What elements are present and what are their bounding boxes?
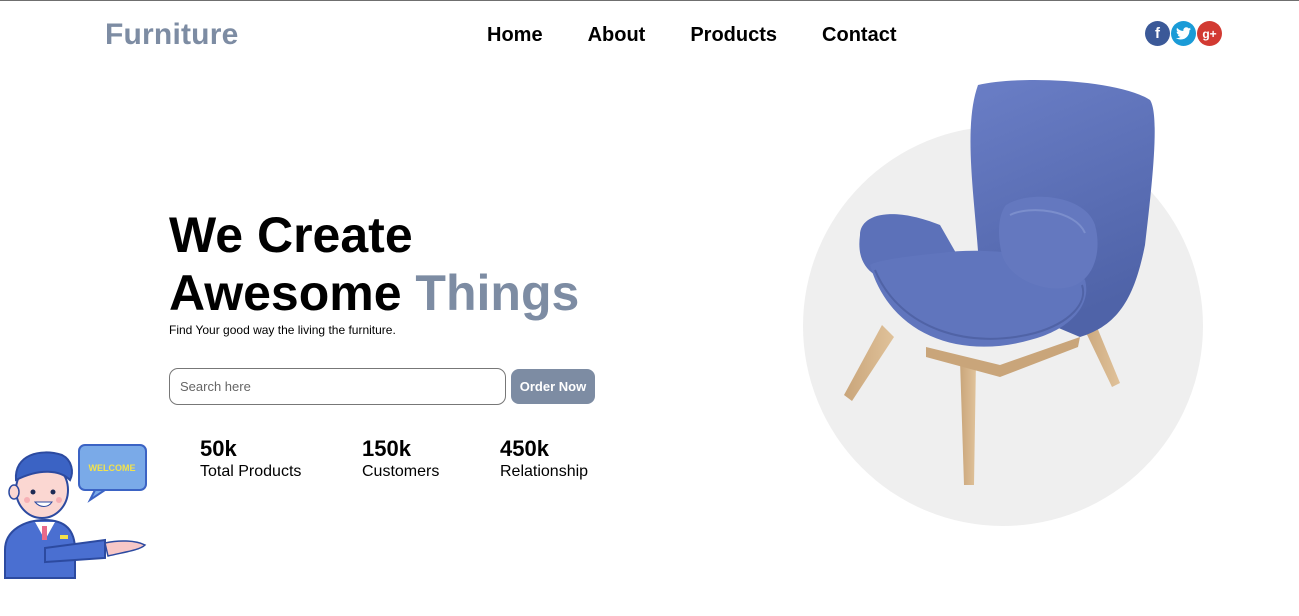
nav-about[interactable]: About xyxy=(588,24,646,47)
armchair-image xyxy=(844,80,1155,485)
hero-line-1: We Create xyxy=(169,207,413,263)
stat-label: Total Products xyxy=(200,463,302,480)
stat-customers: 150k Customers xyxy=(362,436,439,482)
stat-total-products: 50k Total Products xyxy=(200,436,301,482)
nav-products[interactable]: Products xyxy=(690,24,777,47)
stat-value: 50k xyxy=(200,436,237,461)
search-input[interactable] xyxy=(169,368,506,405)
stat-relationship: 450k Relationship xyxy=(500,436,588,482)
stat-label: Customers xyxy=(362,463,440,480)
main-nav: Home About Products Contact xyxy=(487,24,941,47)
welcome-text: WELCOME xyxy=(89,463,136,473)
order-now-button[interactable]: Order Now xyxy=(511,369,595,404)
hero-accent-word: Things xyxy=(415,265,580,321)
twitter-icon[interactable] xyxy=(1171,21,1196,46)
stat-label: Relationship xyxy=(500,463,589,480)
facebook-icon[interactable]: f xyxy=(1145,21,1170,46)
speech-bubble-tail xyxy=(87,489,109,503)
social-links: f g+ xyxy=(1145,21,1223,46)
stat-value: 450k xyxy=(500,436,549,461)
welcome-mascot: WELCOME xyxy=(4,444,147,579)
nav-contact[interactable]: Contact xyxy=(822,24,896,47)
nav-home[interactable]: Home xyxy=(487,24,543,47)
hero-subtitle: Find Your good way the living the furnit… xyxy=(169,323,396,337)
twitter-bird-glyph xyxy=(1176,27,1191,40)
hero-title: We Create Awesome Things xyxy=(169,206,579,322)
brand-logo[interactable]: Furniture xyxy=(105,18,238,52)
stat-value: 150k xyxy=(362,436,411,461)
google-plus-icon[interactable]: g+ xyxy=(1197,21,1222,46)
hero-line-2: Awesome xyxy=(169,265,416,321)
top-border xyxy=(0,0,1299,1)
